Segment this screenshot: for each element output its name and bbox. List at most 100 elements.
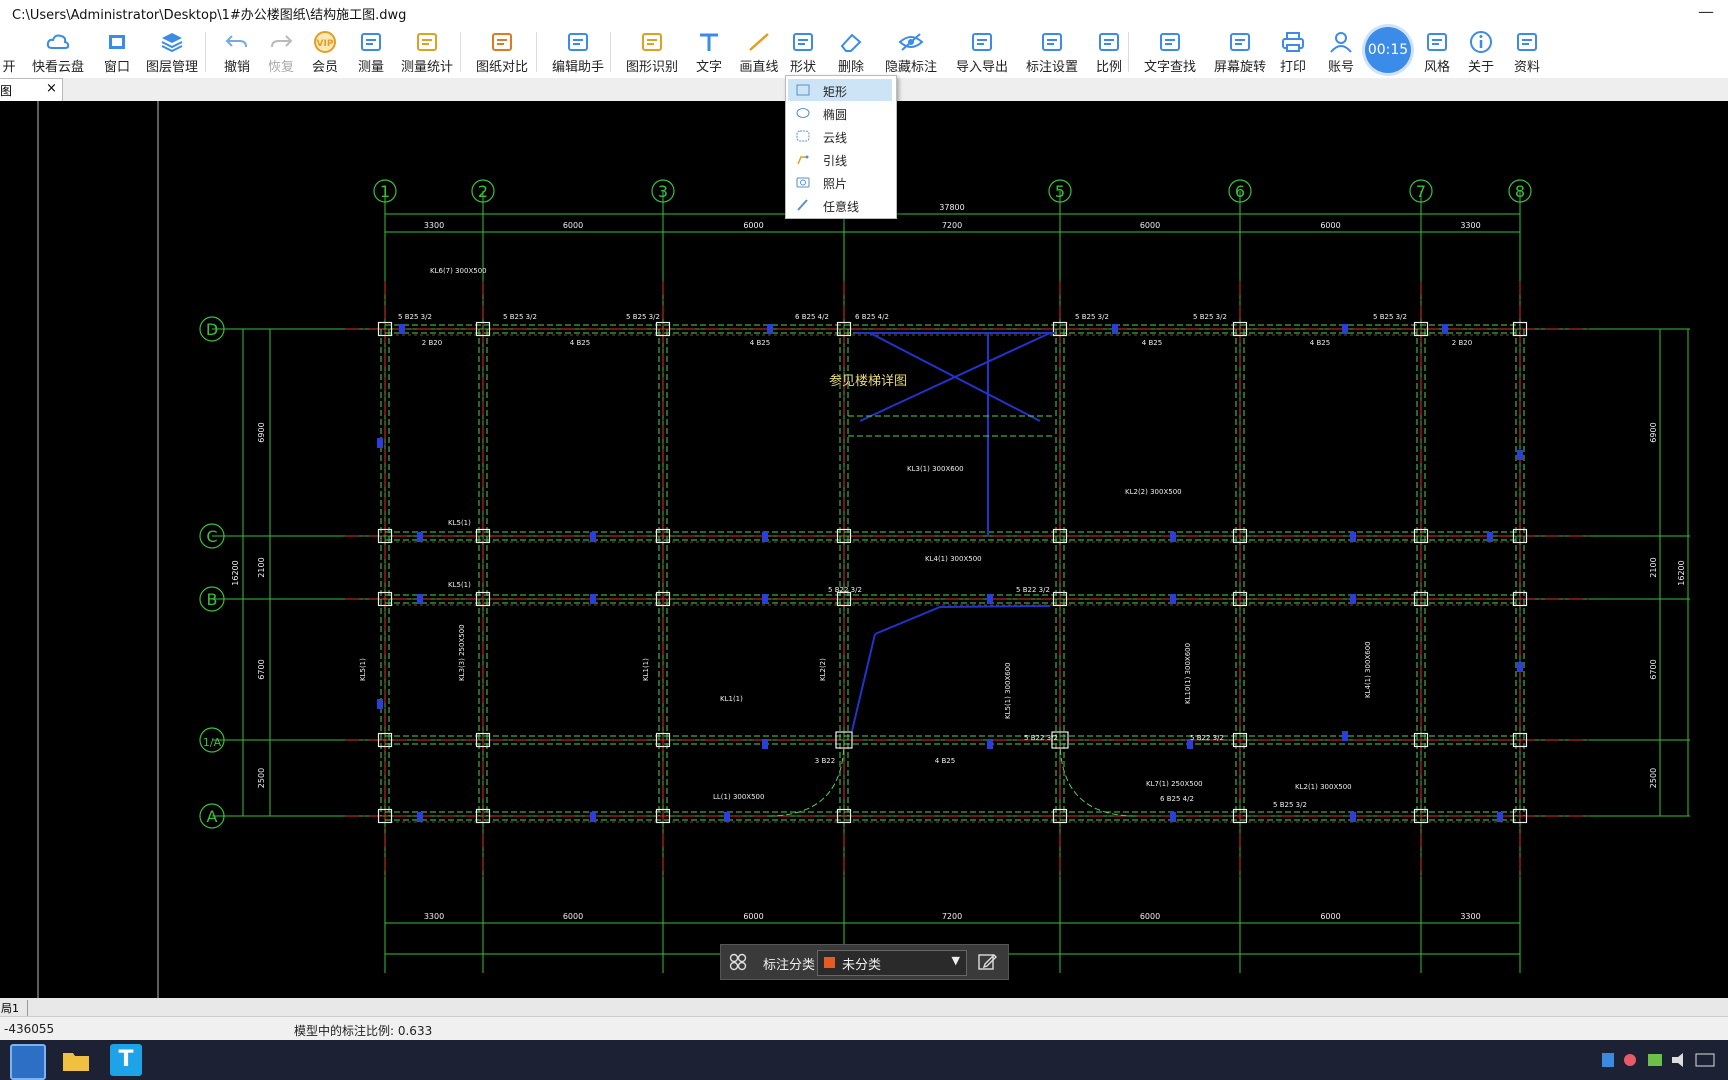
toolbar-account-button[interactable]: 账号 — [1322, 26, 1360, 76]
toolbar-item-label: 屏幕旋转 — [1213, 60, 1266, 75]
rebar-marker — [762, 594, 768, 604]
toolbar-undo-button[interactable]: 撤销 — [218, 26, 256, 76]
toolbar-text-button[interactable]: 文字 — [690, 26, 728, 76]
axis-number: 3 — [658, 182, 668, 201]
toolbar-layers-button[interactable]: 图层管理 — [142, 26, 202, 76]
folder-icon[interactable] — [60, 1044, 92, 1076]
toolbar-item-label: 比例 — [1095, 60, 1122, 75]
toolbar-item-label: 窗口 — [103, 60, 130, 75]
annotation-category-select[interactable]: 未分类 ▼ — [817, 950, 967, 976]
system-tray — [1602, 1053, 1715, 1067]
toolbar-eraser-button[interactable]: 删除 — [832, 26, 870, 76]
rebar-marker — [377, 699, 383, 709]
toolbar-open-button[interactable]: 开 — [0, 26, 18, 76]
rebar-marker — [1342, 324, 1348, 334]
minimize-button[interactable]: — — [1698, 2, 1714, 21]
shape-recognize-icon — [642, 33, 662, 51]
docs-icon — [1517, 33, 1537, 51]
rebar-label: 5 B22 3/2 — [1190, 734, 1224, 742]
toolbar-style-button[interactable]: 风格 — [1418, 26, 1456, 76]
axis-letter: D — [206, 320, 218, 339]
shape-menu-item-label: 矩形 — [823, 85, 848, 99]
toolbar-import-export-button[interactable]: 导入导出 — [952, 26, 1012, 76]
beam-label: KL1(1) — [720, 695, 743, 703]
dimension-text: 6000 — [743, 221, 763, 230]
toolbar-item-label: 快看云盘 — [31, 60, 84, 75]
shape-menu-item[interactable]: 照片 — [788, 171, 892, 193]
toolbar-vip-button[interactable]: VIP 会员 — [306, 26, 344, 76]
toolbar-docs-button[interactable]: 资料 — [1508, 26, 1546, 76]
shape-menu-item[interactable]: 椭圆 — [788, 102, 892, 124]
dimension-text: 2100 — [257, 557, 266, 577]
edit-icon[interactable] — [977, 952, 997, 972]
svg-text:VIP: VIP — [317, 39, 334, 49]
dimension-text: 6900 — [257, 422, 266, 442]
rebar-marker — [590, 812, 596, 822]
shape-menu-item[interactable]: 任意线 — [788, 194, 892, 216]
rebar-marker — [1170, 812, 1176, 822]
status-bar: -436055 模型中的标注比例: 0.633 — [0, 1016, 1728, 1041]
rebar-marker — [762, 532, 768, 542]
scale-icon — [1099, 33, 1119, 51]
beam-label: KL6(7) 300X500 — [430, 267, 487, 275]
dimension-text: 2500 — [257, 768, 266, 788]
toolbar-item-label: 图层管理 — [145, 60, 198, 75]
toolbar-measure-button[interactable]: 测量 — [352, 26, 390, 76]
layout-tab[interactable]: 局1 — [1, 1000, 28, 1016]
cad-app-icon[interactable] — [10, 1044, 46, 1080]
rebar-marker — [1517, 450, 1523, 460]
drawing-tab[interactable]: 图 × — [0, 78, 63, 102]
beam-label: KL5(1) 300X600 — [1004, 662, 1012, 719]
drawing-canvas[interactable]: 1 2 3 5 6 7 8 D C B 1/A A 3300 3300 6000 6000 6000 6000 72… — [0, 101, 1728, 998]
toolbar-about-button[interactable]: 关于 — [1462, 26, 1500, 76]
toolbar-item-label: 开 — [2, 60, 16, 75]
shape-menu-item[interactable]: 矩形 — [788, 79, 892, 101]
layout-tab-bar: 局1 — [0, 998, 1728, 1016]
undo-icon — [225, 35, 247, 48]
toolbar-separator — [460, 32, 461, 72]
rebar-label: 4 B25 — [1142, 339, 1162, 347]
shape-menu-item[interactable]: 云线 — [788, 125, 892, 147]
rebar-marker — [1112, 324, 1118, 334]
toolbar-annotation-settings-button[interactable]: 标注设置 — [1022, 26, 1082, 76]
toolbar-line-button[interactable]: 画直线 — [736, 26, 782, 76]
axis-number: 7 — [1416, 182, 1426, 201]
toolbar-shape-recognize-button[interactable]: 图形识别 — [622, 26, 682, 76]
rebar-label: 2 B20 — [1452, 339, 1472, 347]
compare-icon — [492, 33, 512, 51]
toolbar-rotate-screen-button[interactable]: 屏幕旋转 — [1210, 26, 1270, 76]
rebar-label: 4 B25 — [570, 339, 590, 347]
toolbar-measure-stats-button[interactable]: 测量统计 — [398, 26, 456, 76]
toolbar-shape-button[interactable]: 形状 — [784, 26, 822, 76]
shape-menu-item[interactable]: 引线 — [788, 148, 892, 170]
rebar-marker — [987, 594, 993, 604]
rebar-marker — [417, 812, 423, 822]
toolbar-edit-assistant-button[interactable]: 编辑助手 — [548, 26, 608, 76]
toolbar-scale-button[interactable]: 比例 — [1090, 26, 1128, 76]
rebar-label: 4 B25 — [935, 757, 955, 765]
toolbar-window-button[interactable]: 窗口 — [98, 26, 136, 76]
axis-letter: C — [206, 527, 217, 546]
toolbar-compare-button[interactable]: 图纸对比 — [472, 26, 532, 76]
beam-label: LL(1) 300X500 — [713, 793, 764, 801]
dimension-text: 6700 — [1649, 659, 1658, 679]
toolbar-print-button[interactable]: 打印 — [1274, 26, 1312, 76]
dimension-text: 16200 — [231, 560, 240, 585]
shape-menu-item-label: 云线 — [823, 131, 848, 145]
session-timer[interactable]: 00:15 — [1365, 27, 1411, 73]
close-icon[interactable]: × — [46, 81, 57, 96]
toolbar-redo-button[interactable]: 恢复 — [262, 26, 300, 76]
toolbar-eye-hide-button[interactable]: 隐藏标注 — [882, 26, 940, 76]
window-title: C:\Users\Administrator\Desktop\1#办公楼图纸\结… — [12, 8, 407, 23]
rebar-marker — [1350, 812, 1356, 822]
dimension-text: 7200 — [942, 221, 962, 230]
toolbar-cloud-button[interactable]: 快看云盘 — [28, 26, 88, 76]
grid-icon[interactable] — [729, 953, 747, 971]
toolbar-text-search-button[interactable]: 文字查找 — [1140, 26, 1200, 76]
axis-number: 6 — [1235, 182, 1245, 201]
toolbar-separator — [610, 32, 611, 72]
toolbar-item-label: 账号 — [1327, 60, 1354, 75]
text-app-icon[interactable]: T — [110, 1044, 142, 1076]
dimension-text: 37800 — [939, 203, 964, 212]
rebar-label: 3 B22 — [815, 757, 835, 765]
